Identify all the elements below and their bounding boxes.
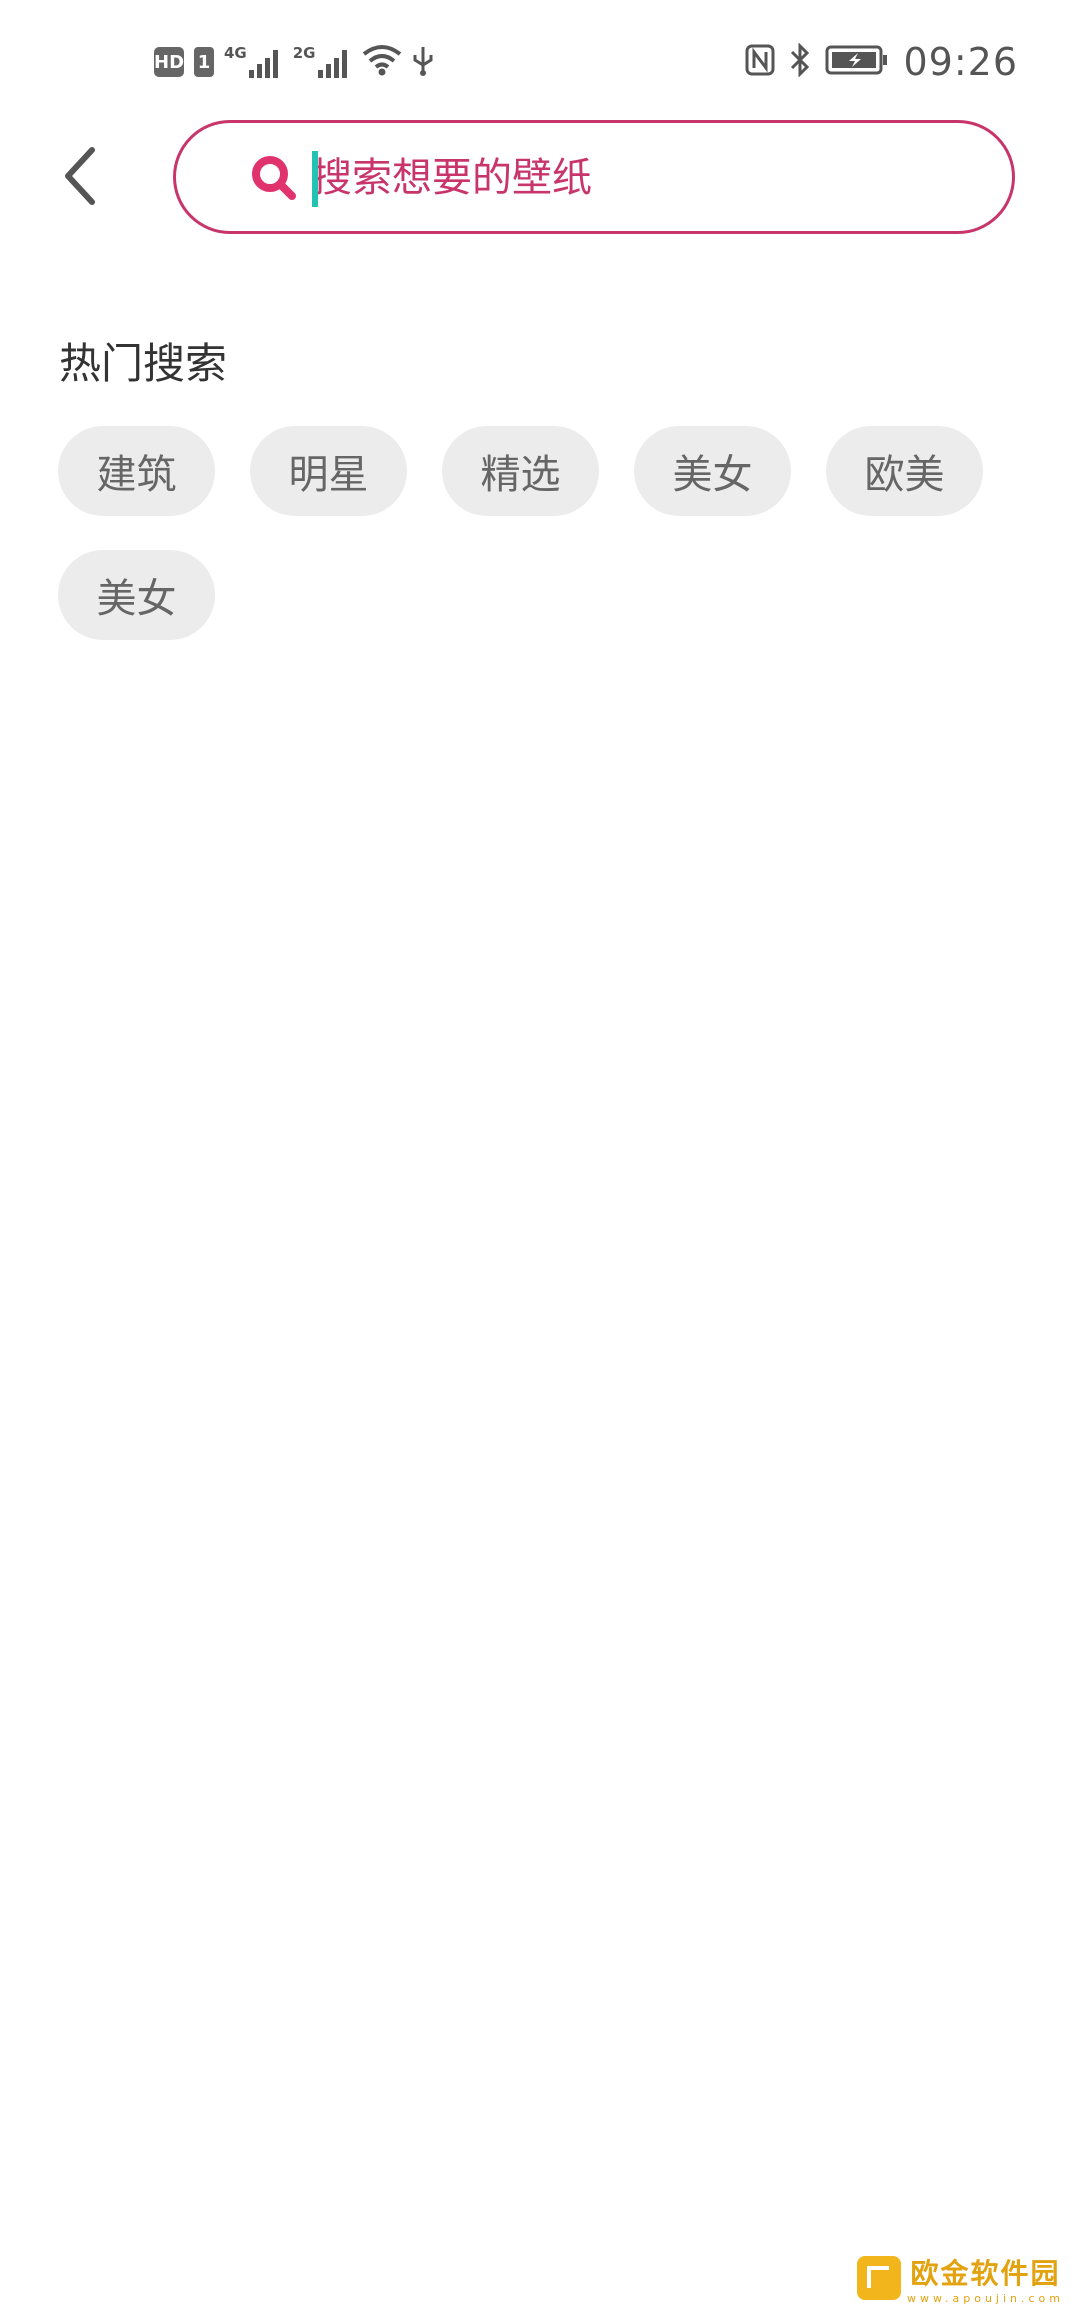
hot-search-tag[interactable]: 美女 bbox=[58, 550, 215, 640]
watermark: 欧金软件园 www.apoujin.com bbox=[857, 2250, 1064, 2306]
hot-search-tag[interactable]: 欧美 bbox=[826, 426, 983, 516]
network-type-secondary: 2G bbox=[292, 44, 316, 62]
watermark-logo-icon bbox=[857, 2256, 902, 2300]
status-left: HD 1 4G 2G bbox=[154, 40, 434, 84]
back-button[interactable] bbox=[52, 138, 108, 214]
clock-time: 09:26 bbox=[903, 40, 1018, 84]
hot-search-tag[interactable]: 精选 bbox=[442, 426, 599, 516]
watermark-text: 欧金软件园 www.apoujin.com bbox=[907, 2252, 1064, 2305]
search-page: HD 1 4G 2G 09:26 搜索想要的壁纸 热门搜索 建筑 明星 精选 美… bbox=[0, 0, 1080, 2310]
nfc-icon bbox=[745, 44, 775, 80]
search-bar[interactable] bbox=[173, 120, 1015, 234]
usb-icon bbox=[412, 43, 434, 81]
signal-2g-icon: 2G bbox=[292, 44, 352, 78]
hot-search-tag[interactable]: 美女 bbox=[634, 426, 791, 516]
search-input[interactable] bbox=[312, 143, 952, 213]
watermark-name: 欧金软件园 bbox=[910, 2256, 1061, 2290]
search-icon bbox=[252, 156, 296, 200]
watermark-url: www.apoujin.com bbox=[907, 2291, 1064, 2305]
battery-charging-icon bbox=[825, 44, 889, 80]
hot-search-tag[interactable]: 明星 bbox=[250, 426, 407, 516]
status-right: 09:26 bbox=[745, 36, 1018, 88]
signal-4g-icon: 4G bbox=[224, 44, 283, 78]
status-bar: HD 1 4G 2G 09:26 bbox=[0, 0, 1080, 120]
hot-search-tag[interactable]: 建筑 bbox=[58, 426, 215, 516]
wifi-icon bbox=[362, 44, 402, 80]
text-cursor bbox=[312, 151, 318, 207]
network-type-primary: 4G bbox=[224, 44, 247, 62]
hot-search-tags: 建筑 明星 精选 美女 欧美 美女 bbox=[58, 426, 1018, 640]
chevron-left-icon bbox=[65, 147, 95, 205]
hd-icon: HD bbox=[154, 47, 184, 77]
bluetooth-icon bbox=[789, 42, 811, 81]
sim-1-icon: 1 bbox=[194, 47, 214, 77]
hot-search-title: 热门搜索 bbox=[59, 339, 228, 388]
